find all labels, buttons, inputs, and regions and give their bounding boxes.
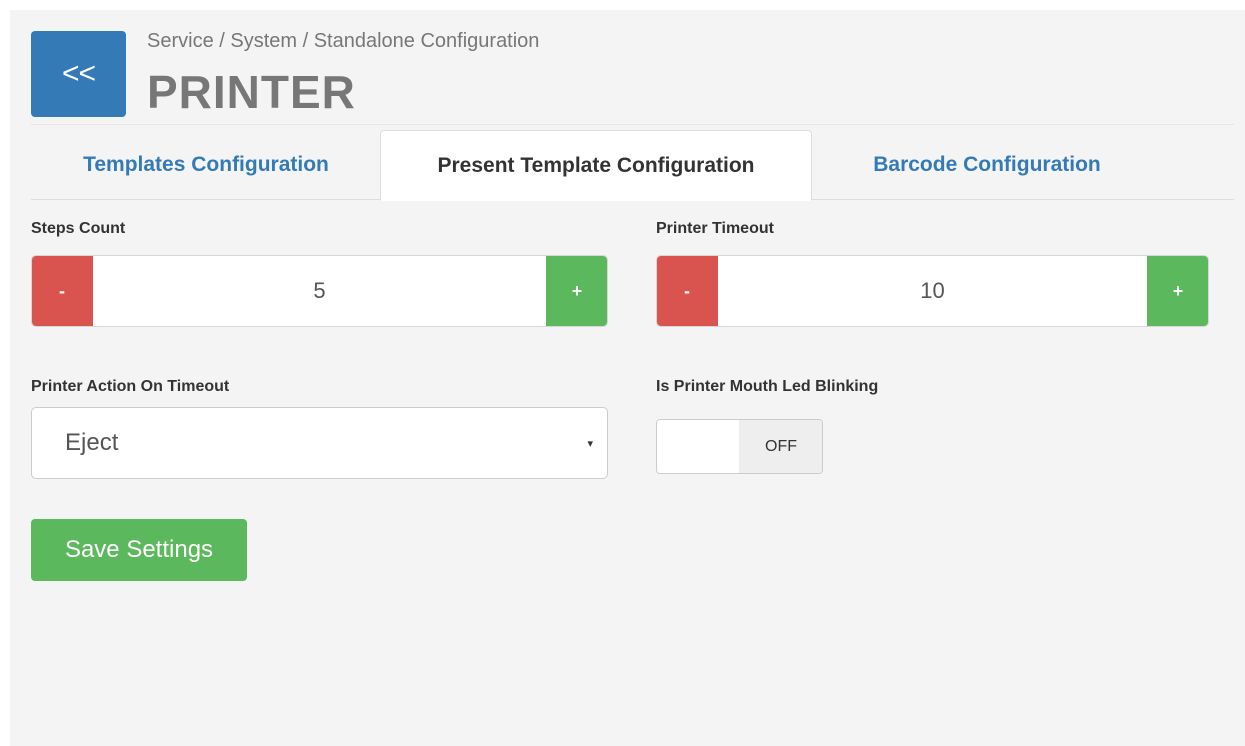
caret-down-icon: ▾ [587,437,593,450]
led-blinking-toggle[interactable]: OFF [656,419,823,474]
steps-count-label: Steps Count [31,220,126,237]
action-on-timeout-select[interactable]: Eject ▾ [31,407,608,479]
tab-barcode-configuration[interactable]: Barcode Configuration [812,130,1162,200]
printer-timeout-label: Printer Timeout [656,220,774,237]
steps-count-decrement-button[interactable]: - [32,256,93,326]
toggle-handle [657,420,739,473]
printer-config-panel: << Service / System / Standalone Configu… [10,10,1245,746]
back-button[interactable]: << [31,31,126,117]
printer-timeout-stepper: - 10 + [656,255,1209,327]
action-on-timeout-value: Eject [65,429,119,456]
printer-timeout-increment-button[interactable]: + [1147,256,1208,326]
breadcrumb: Service / System / Standalone Configurat… [147,30,540,52]
steps-count-stepper: - 5 + [31,255,608,327]
printer-timeout-value[interactable]: 10 [719,256,1146,326]
steps-count-increment-button[interactable]: + [546,256,607,326]
tab-present-template-configuration[interactable]: Present Template Configuration [380,130,812,201]
printer-timeout-decrement-button[interactable]: - [657,256,718,326]
save-settings-button[interactable]: Save Settings [31,519,247,581]
tab-bar: Templates Configuration Present Template… [31,130,1234,201]
steps-count-value[interactable]: 5 [94,256,545,326]
page-title: PRINTER [147,66,356,118]
led-blinking-label: Is Printer Mouth Led Blinking [656,378,879,395]
tab-templates-configuration[interactable]: Templates Configuration [31,130,381,200]
toggle-state-label: OFF [739,420,822,473]
header-divider [31,124,1234,125]
action-on-timeout-label: Printer Action On Timeout [31,378,230,395]
